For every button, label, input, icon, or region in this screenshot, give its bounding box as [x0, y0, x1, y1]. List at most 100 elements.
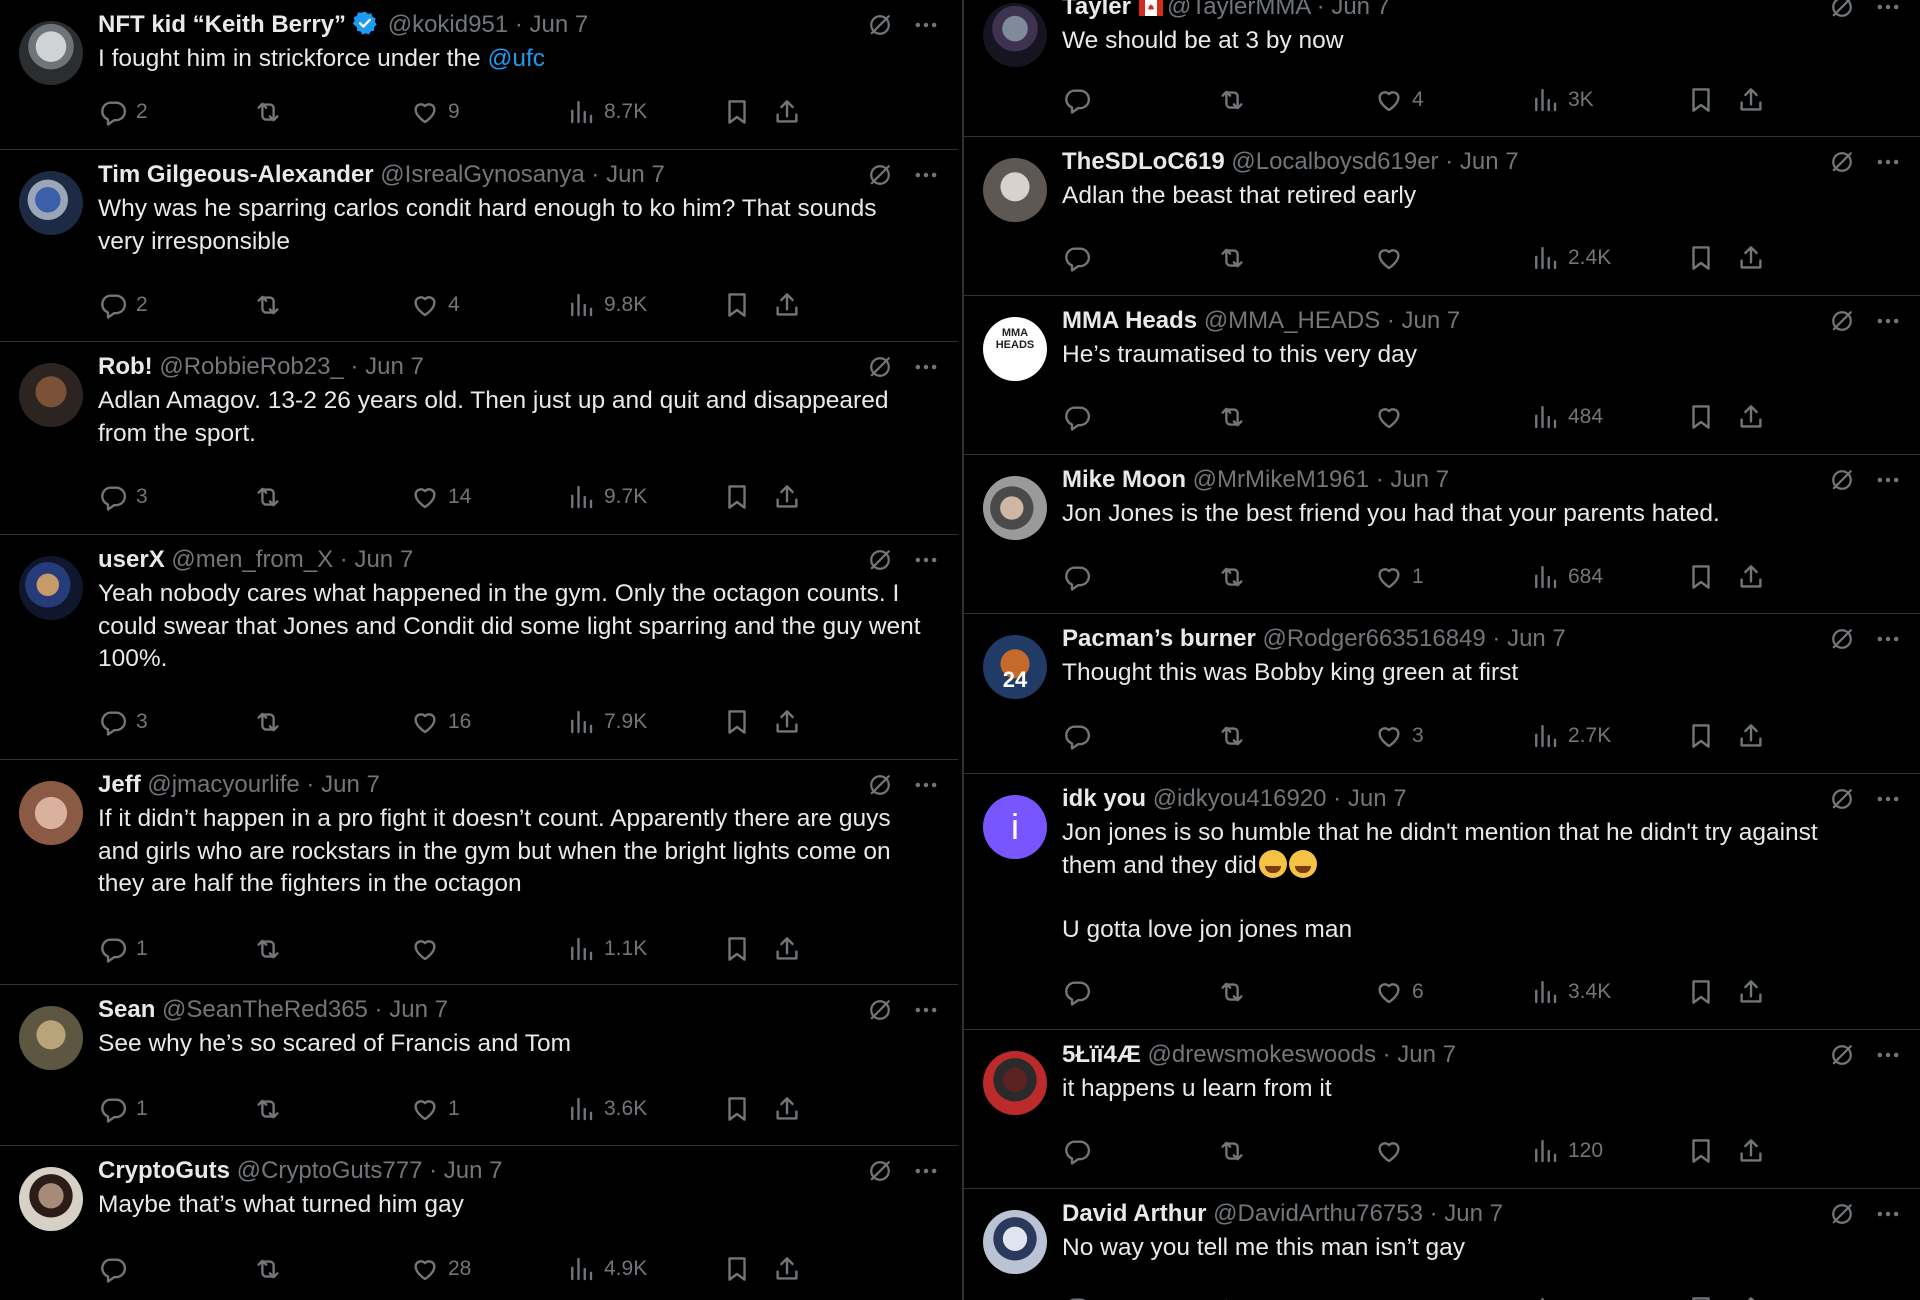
bookmark-button[interactable]	[1686, 1134, 1716, 1168]
bookmark-button[interactable]	[1686, 400, 1716, 434]
reply-button[interactable]: 2	[98, 95, 148, 129]
avatar[interactable]	[983, 1051, 1047, 1115]
grok-icon[interactable]	[866, 161, 894, 189]
reply-button[interactable]	[98, 1252, 136, 1286]
views-button[interactable]: 9.7K	[566, 480, 647, 514]
handle-and-date[interactable]: @TaylerMMA · Jun 7	[1167, 0, 1390, 20]
avatar[interactable]	[19, 171, 83, 235]
more-icon[interactable]	[1874, 785, 1902, 813]
retweet-button[interactable]	[253, 95, 283, 129]
bookmark-button[interactable]	[1686, 241, 1716, 275]
share-button[interactable]	[1736, 1134, 1766, 1168]
reply-button[interactable]: 2	[98, 288, 148, 322]
reply-button[interactable]	[1062, 975, 1100, 1009]
grok-icon[interactable]	[1828, 1200, 1856, 1228]
display-name[interactable]: idk you	[1062, 785, 1146, 812]
grok-icon[interactable]	[1828, 0, 1856, 21]
retweet-button[interactable]	[1217, 560, 1247, 594]
avatar[interactable]: 24	[983, 635, 1047, 699]
handle-and-date[interactable]: @kokid951 · Jun 7	[388, 11, 588, 38]
retweet-button[interactable]	[1217, 975, 1247, 1009]
reply-button[interactable]	[1062, 560, 1100, 594]
reply-button[interactable]	[1062, 1134, 1100, 1168]
more-icon[interactable]	[1874, 625, 1902, 653]
like-button[interactable]: 6	[1374, 975, 1424, 1009]
views-button[interactable]: 7.9K	[566, 705, 647, 739]
bookmark-button[interactable]	[1686, 1292, 1716, 1300]
like-button[interactable]: 4	[1374, 83, 1424, 117]
grok-icon[interactable]	[1828, 148, 1856, 176]
display-name[interactable]: Tayler	[1062, 0, 1131, 20]
reply-button[interactable]	[1062, 719, 1100, 753]
display-name[interactable]: Jeff	[98, 771, 141, 798]
bookmark-button[interactable]	[722, 95, 752, 129]
tweet[interactable]: TheSDLoC619 @Localboysd619er · Jun 7 Adla…	[964, 137, 1920, 296]
like-button[interactable]	[1374, 1134, 1412, 1168]
retweet-button[interactable]	[1217, 83, 1247, 117]
tweet[interactable]: Tayler @TaylerMMA · Jun 7 We should be at …	[964, 0, 1920, 137]
like-button[interactable]	[1374, 400, 1412, 434]
more-icon[interactable]	[912, 771, 940, 799]
retweet-button[interactable]	[1217, 400, 1247, 434]
grok-icon[interactable]	[866, 546, 894, 574]
avatar[interactable]	[983, 3, 1047, 67]
share-button[interactable]	[772, 932, 802, 966]
tweet[interactable]: Tim Gilgeous-Alexander @IsrealGynosanya …	[0, 150, 958, 342]
bookmark-button[interactable]	[722, 480, 752, 514]
more-icon[interactable]	[1874, 0, 1902, 21]
more-icon[interactable]	[912, 353, 940, 381]
like-button[interactable]	[410, 932, 448, 966]
retweet-button[interactable]	[253, 932, 283, 966]
avatar[interactable]	[983, 1210, 1047, 1274]
bookmark-button[interactable]	[1686, 975, 1716, 1009]
grok-icon[interactable]	[866, 11, 894, 39]
share-button[interactable]	[772, 705, 802, 739]
display-name[interactable]: CryptoGuts	[98, 1157, 230, 1184]
like-button[interactable]: 1	[1374, 560, 1424, 594]
bookmark-button[interactable]	[722, 705, 752, 739]
views-button[interactable]: 8.7K	[566, 95, 647, 129]
display-name[interactable]: userX	[98, 546, 165, 573]
tweet[interactable]: i idk you @idkyou416920 · Jun 7 Jon jones …	[964, 774, 1920, 1030]
tweet[interactable]: Sean @SeanTheRed365 · Jun 7 See why he’s …	[0, 985, 958, 1146]
views-button[interactable]: 484	[1530, 400, 1603, 434]
display-name[interactable]: David Arthur	[1062, 1200, 1206, 1227]
display-name[interactable]: Sean	[98, 996, 155, 1023]
display-name[interactable]: Mike Moon	[1062, 466, 1186, 493]
like-button[interactable]	[1374, 1292, 1412, 1300]
display-name[interactable]: Pacman’s burner	[1062, 625, 1256, 652]
handle-and-date[interactable]: @CryptoGuts777 · Jun 7	[237, 1157, 503, 1184]
retweet-button[interactable]	[253, 1092, 283, 1126]
more-icon[interactable]	[1874, 1041, 1902, 1069]
handle-and-date[interactable]: @DavidArthu76753 · Jun 7	[1213, 1200, 1503, 1227]
handle-and-date[interactable]: @RobbieRob23_ · Jun 7	[159, 353, 424, 380]
retweet-button[interactable]	[253, 705, 283, 739]
avatar[interactable]	[19, 1167, 83, 1231]
tweet[interactable]: 5Łїї4Æ @drewsmokeswoods · Jun 7 it happen…	[964, 1030, 1920, 1189]
more-icon[interactable]	[912, 11, 940, 39]
like-button[interactable]: 28	[410, 1252, 471, 1286]
share-button[interactable]	[772, 95, 802, 129]
display-name[interactable]: TheSDLoC619	[1062, 148, 1225, 175]
retweet-button[interactable]	[1217, 241, 1247, 275]
avatar[interactable]	[19, 1006, 83, 1070]
tweet[interactable]: MMA HEADS MMA Heads @MMA_HEADS · Jun 7 He’…	[964, 296, 1920, 455]
handle-and-date[interactable]: @MrMikeM1961 · Jun 7	[1193, 466, 1449, 493]
reply-button[interactable]: 3	[98, 705, 148, 739]
retweet-button[interactable]	[1217, 1134, 1247, 1168]
handle-and-date[interactable]: @drewsmokeswoods · Jun 7	[1148, 1041, 1456, 1068]
handle-and-date[interactable]: @MMA_HEADS · Jun 7	[1204, 307, 1460, 334]
more-icon[interactable]	[912, 996, 940, 1024]
reply-button[interactable]	[1062, 400, 1100, 434]
share-button[interactable]	[772, 1092, 802, 1126]
like-button[interactable]	[1374, 241, 1412, 275]
more-icon[interactable]	[1874, 148, 1902, 176]
handle-and-date[interactable]: @idkyou416920 · Jun 7	[1153, 785, 1407, 812]
reply-button[interactable]: 1	[98, 1092, 148, 1126]
share-button[interactable]	[772, 288, 802, 322]
views-button[interactable]: 120	[1530, 1134, 1603, 1168]
like-button[interactable]: 3	[1374, 719, 1424, 753]
bookmark-button[interactable]	[722, 288, 752, 322]
handle-and-date[interactable]: @men_from_X · Jun 7	[171, 546, 413, 573]
more-icon[interactable]	[912, 161, 940, 189]
